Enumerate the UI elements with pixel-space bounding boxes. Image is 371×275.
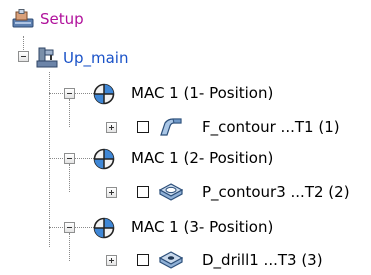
operation-checkbox[interactable] [137, 254, 149, 266]
tree-connector [69, 233, 70, 261]
operation-checkbox[interactable] [137, 186, 149, 198]
tree-connector [49, 72, 50, 247]
operation-checkbox[interactable] [137, 121, 149, 133]
pocket-operation-icon [159, 183, 183, 201]
collapse-toggle[interactable] [64, 222, 75, 233]
tree-connector [74, 93, 94, 94]
collapse-toggle[interactable] [64, 88, 75, 99]
operations-tree: Setup Up_main MAC 1 (1- Position) F_cont… [0, 0, 371, 275]
expand-toggle[interactable] [106, 122, 117, 133]
position-icon [93, 217, 115, 239]
up-main-label: Up_main [63, 49, 129, 67]
expand-toggle[interactable] [106, 187, 117, 198]
position-label: MAC 1 (1- Position) [131, 84, 274, 102]
setup-label: Setup [40, 10, 84, 28]
tree-connector [49, 227, 63, 228]
position-icon [93, 83, 115, 105]
tree-connector [49, 93, 63, 94]
tree-connector [69, 164, 70, 192]
expand-toggle[interactable] [106, 255, 117, 266]
tree-connector [74, 158, 94, 159]
operation-label: D_drill1 ...T3 (3) [202, 251, 323, 269]
position-label: MAC 1 (3- Position) [131, 218, 274, 236]
tree-connector [69, 99, 70, 127]
drill-operation-icon [159, 251, 183, 269]
operation-label: F_contour ...T1 (1) [202, 118, 340, 136]
position-label: MAC 1 (2- Position) [131, 149, 274, 167]
contour-operation-icon [160, 118, 182, 136]
tree-connector [74, 227, 94, 228]
setup-icon [12, 9, 34, 28]
tree-connector [49, 158, 63, 159]
collapse-toggle[interactable] [64, 153, 75, 164]
operation-label: P_contour3 ...T2 (2) [202, 183, 350, 201]
position-icon [93, 148, 115, 170]
collapse-toggle[interactable] [18, 51, 29, 62]
machine-icon [36, 47, 58, 68]
